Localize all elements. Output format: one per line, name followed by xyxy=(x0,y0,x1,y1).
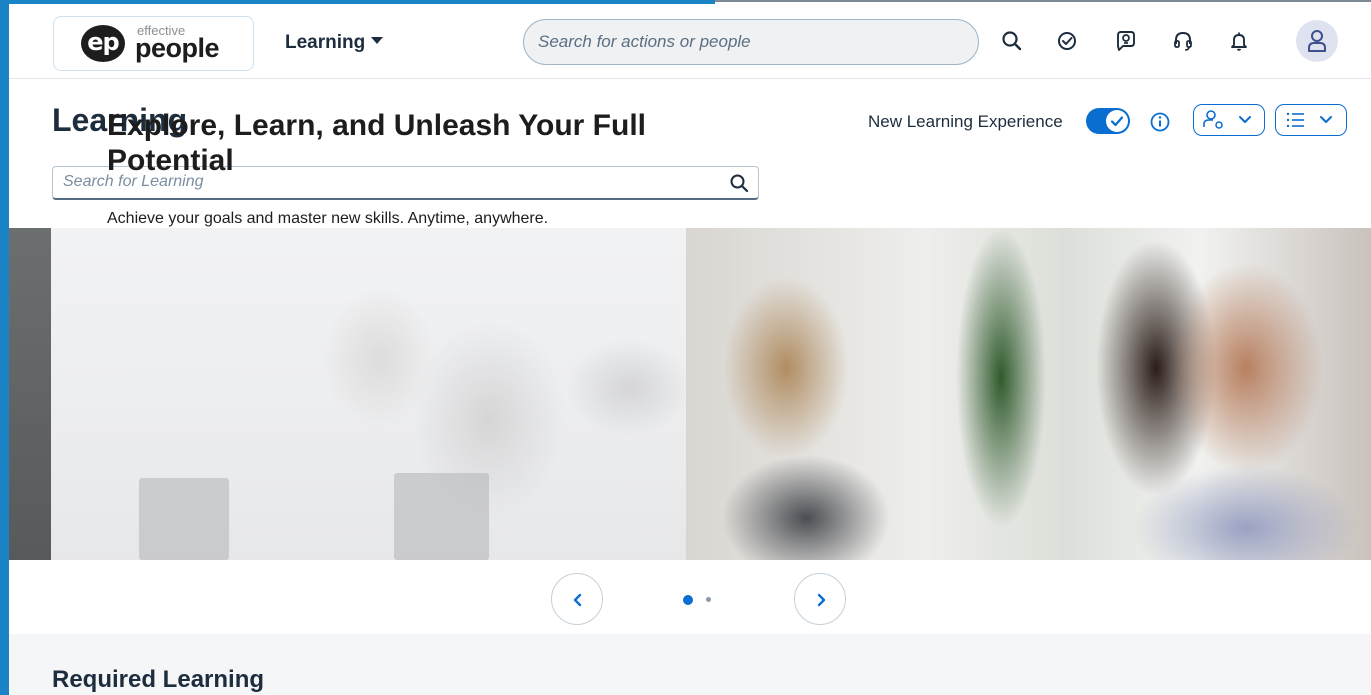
shell-bar: ep effective people Learning xyxy=(9,4,1371,79)
search-icon[interactable] xyxy=(728,172,750,194)
new-experience-toggle[interactable] xyxy=(1086,108,1130,134)
required-learning-title: Required Learning xyxy=(52,666,265,693)
carousel-prev-button[interactable] xyxy=(551,573,603,625)
carousel-dot[interactable] xyxy=(706,597,711,602)
view-options-menu-button[interactable] xyxy=(1275,104,1347,136)
user-settings-menu-button[interactable] xyxy=(1193,104,1265,136)
hero-image-right xyxy=(686,228,1371,560)
search-icon[interactable] xyxy=(997,26,1027,56)
hero-image-edge xyxy=(9,228,51,560)
logo-big-text: people xyxy=(135,33,220,63)
caret-down-icon xyxy=(371,37,384,45)
window-frame-left xyxy=(0,0,9,695)
window-frame-top-right xyxy=(715,0,1371,2)
hero-text-overlay xyxy=(51,228,686,560)
chevron-right-icon xyxy=(817,593,826,607)
check-circle-icon[interactable] xyxy=(1052,26,1082,56)
module-menu-label: Learning xyxy=(285,32,366,53)
user-avatar-icon[interactable] xyxy=(1296,20,1338,62)
hero-banner xyxy=(9,228,1371,560)
carousel-next-button[interactable] xyxy=(794,573,846,625)
headset-icon[interactable] xyxy=(1168,26,1198,56)
chat-lightbulb-icon[interactable] xyxy=(1111,26,1141,56)
user-settings-icon xyxy=(1203,110,1251,129)
bell-icon[interactable] xyxy=(1224,26,1254,56)
chevron-left-icon xyxy=(573,593,582,607)
hero-title: Explore, Learn, and Unleash Your Full Po… xyxy=(107,109,647,177)
info-icon[interactable] xyxy=(1148,110,1172,134)
module-menu-button[interactable]: Learning xyxy=(285,32,384,54)
new-experience-label: New Learning Experience xyxy=(868,112,1063,131)
checkmark-icon xyxy=(1110,116,1124,127)
global-search-input[interactable] xyxy=(523,19,979,65)
list-view-icon xyxy=(1286,112,1332,128)
hero-subtitle: Achieve your goals and master new skills… xyxy=(107,210,549,227)
carousel-dot-active[interactable] xyxy=(683,595,693,605)
company-logo[interactable]: ep effective people xyxy=(53,16,254,71)
toggle-knob xyxy=(1106,110,1128,132)
logo-monogram: ep xyxy=(81,25,125,62)
